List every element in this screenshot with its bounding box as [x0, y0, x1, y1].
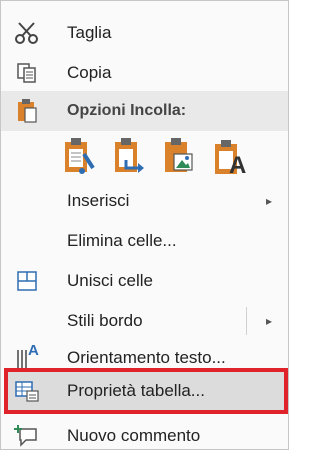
- split-divider: [246, 307, 247, 335]
- menu-item-label: Taglia: [67, 23, 112, 42]
- paste-merge-button[interactable]: [109, 136, 149, 180]
- paste-options-label: Opzioni Incolla:: [67, 102, 187, 119]
- paste-picture-button[interactable]: [159, 136, 199, 180]
- menu-item-text: Inserisci: [67, 191, 130, 210]
- submenu-arrow-icon[interactable]: ▸: [266, 314, 272, 328]
- menu-item-border-styles[interactable]: Stili bordo ▸: [1, 301, 288, 341]
- menu-item-cut[interactable]: Taglia: [1, 13, 288, 53]
- submenu-arrow-icon: ▸: [265, 194, 272, 208]
- paste-keep-formatting-button[interactable]: [59, 136, 99, 180]
- menu-item-table-properties[interactable]: Proprietà tabella...: [1, 371, 288, 411]
- scissors-icon: [11, 17, 43, 49]
- paste-options-row: A: [59, 131, 249, 185]
- paste-brush-icon: [62, 136, 96, 181]
- menu-item-merge-cells[interactable]: Unisci celle: [1, 261, 288, 301]
- paste-picture-icon: [162, 136, 196, 181]
- paste-text-icon: A: [212, 138, 247, 179]
- clipboard-icon: [11, 95, 43, 127]
- menu-item-copy[interactable]: Copia: [1, 53, 288, 93]
- context-menu: Taglia Copia Opzioni Incolla: A Inserisc…: [0, 0, 289, 450]
- menu-item-new-comment[interactable]: Nuovo commento: [1, 416, 288, 456]
- menu-item-label: Copia: [67, 63, 112, 82]
- new-comment-icon: [11, 420, 43, 452]
- paste-arrow-icon: [112, 136, 146, 181]
- menu-item-delete-cells[interactable]: Elimina celle...: [1, 221, 288, 261]
- menu-item-label: Elimina celle...: [67, 231, 177, 250]
- merge-cells-icon: [11, 265, 43, 297]
- menu-item-label: Inserisci: [67, 191, 129, 211]
- copy-icon: [11, 57, 43, 89]
- menu-item-label: Stili bordo: [67, 311, 143, 330]
- table-properties-icon: [11, 375, 43, 407]
- menu-item-label: Unisci celle: [67, 271, 153, 290]
- paste-options-header: Opzioni Incolla:: [1, 91, 288, 131]
- text-direction-glyph: A: [28, 342, 39, 359]
- paste-text-glyph: A: [229, 152, 247, 179]
- menu-item-label: Nuovo commento: [67, 426, 201, 445]
- menu-item-insert[interactable]: Inserisci ▸: [1, 181, 288, 221]
- menu-item-label: Orientamento testo...: [67, 348, 226, 367]
- menu-item-label: Proprietà tabella...: [67, 381, 205, 400]
- paste-text-only-button[interactable]: A: [209, 136, 249, 180]
